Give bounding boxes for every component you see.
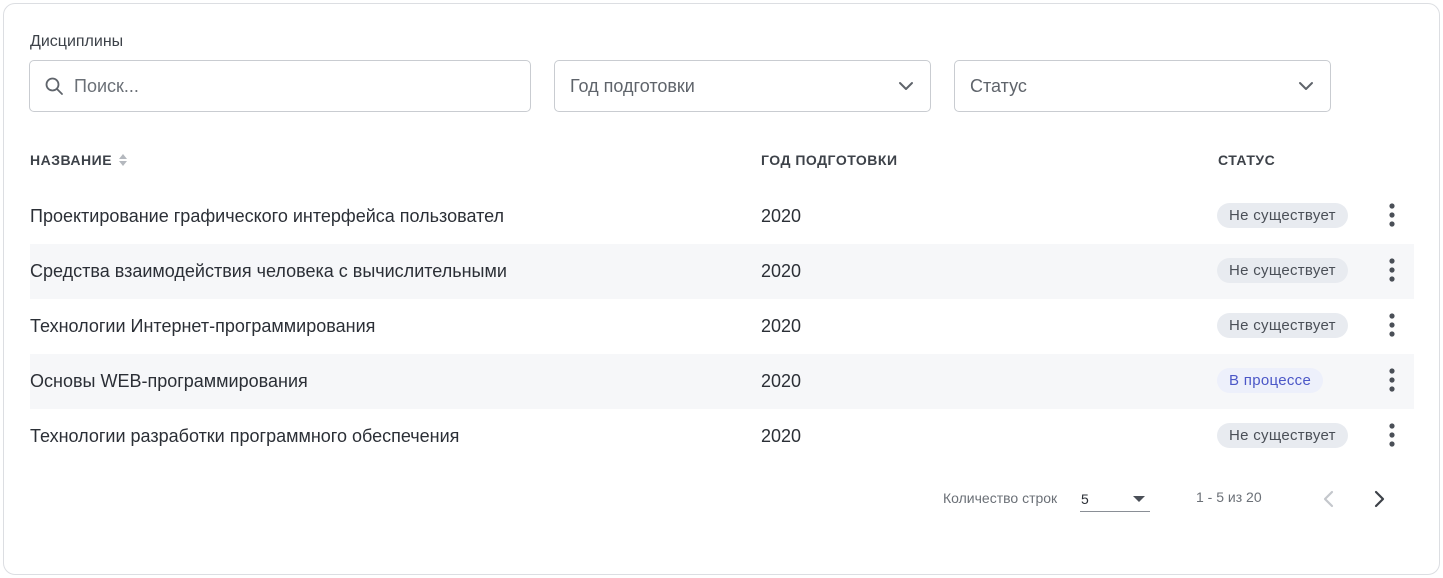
- column-header-name[interactable]: НАЗВАНИЕ: [30, 152, 128, 168]
- rows-per-page-label: Количество строк: [943, 490, 1058, 506]
- search-field[interactable]: [29, 60, 531, 112]
- section-title: Дисциплины: [30, 33, 124, 50]
- column-header-year: ГОД ПОДГОТОВКИ: [761, 152, 898, 168]
- column-header-status: СТАТУС: [1218, 152, 1276, 168]
- status-select[interactable]: Статус: [954, 60, 1331, 112]
- chevron-right-icon: [1374, 490, 1385, 508]
- more-options-icon[interactable]: [1380, 420, 1404, 450]
- table-body: Проектирование графического интерфейса п…: [30, 189, 1414, 464]
- table-header: НАЗВАНИЕ ГОД ПОДГОТОВКИ СТАТУС: [30, 152, 1414, 174]
- discipline-year: 2020: [761, 261, 802, 281]
- year-select-value: Год подготовки: [570, 75, 695, 96]
- rows-per-page-value: 5: [1081, 490, 1089, 507]
- column-header-name-label: НАЗВАНИЕ: [30, 152, 113, 168]
- rows-per-page-select[interactable]: 5: [1080, 486, 1150, 512]
- search-icon: [44, 76, 64, 96]
- discipline-year: 2020: [761, 426, 802, 446]
- discipline-year: 2020: [761, 206, 802, 226]
- status-badge: Не существует: [1217, 203, 1348, 228]
- next-page-button[interactable]: [1366, 486, 1392, 512]
- table-row[interactable]: Проектирование графического интерфейса п…: [30, 189, 1414, 244]
- more-options-icon[interactable]: [1380, 255, 1404, 285]
- table-row[interactable]: Технологии разработки программного обесп…: [30, 409, 1414, 464]
- previous-page-button[interactable]: [1316, 486, 1342, 512]
- pagination: Количество строк 5 1 - 5 из 20: [4, 486, 1441, 516]
- discipline-name: Средства взаимодействия человека с вычис…: [30, 261, 507, 281]
- discipline-name: Проектирование графического интерфейса п…: [30, 206, 505, 226]
- status-badge: Не существует: [1217, 313, 1348, 338]
- table-row[interactable]: Средства взаимодействия человека с вычис…: [30, 244, 1414, 299]
- discipline-name: Технологии разработки программного обесп…: [30, 426, 460, 446]
- discipline-name: Технологии Интернет-программирования: [30, 316, 376, 336]
- year-select[interactable]: Год подготовки: [554, 60, 931, 112]
- status-badge: Не существует: [1217, 258, 1348, 283]
- more-options-icon[interactable]: [1380, 200, 1404, 230]
- pagination-range: 1 - 5 из 20: [1196, 489, 1262, 505]
- table-row[interactable]: Технологии Интернет-программирования 202…: [30, 299, 1414, 354]
- caret-down-icon: [1132, 495, 1146, 503]
- chevron-left-icon: [1323, 490, 1334, 508]
- more-options-icon[interactable]: [1380, 365, 1404, 395]
- status-badge: В процессе: [1217, 368, 1324, 393]
- sort-icon[interactable]: [118, 152, 128, 168]
- search-input[interactable]: [74, 75, 494, 97]
- chevron-down-icon: [1296, 76, 1316, 96]
- disciplines-card: Дисциплины Год подготовки Статус НАЗВАНИ…: [3, 3, 1440, 575]
- status-badge: Не существует: [1217, 423, 1348, 448]
- table-row[interactable]: Основы WEB-программирования 2020 В проце…: [30, 354, 1414, 409]
- chevron-down-icon: [896, 76, 916, 96]
- discipline-name: Основы WEB-программирования: [30, 371, 308, 391]
- discipline-year: 2020: [761, 316, 802, 336]
- more-options-icon[interactable]: [1380, 310, 1404, 340]
- status-select-value: Статус: [970, 75, 1027, 96]
- discipline-year: 2020: [761, 371, 802, 391]
